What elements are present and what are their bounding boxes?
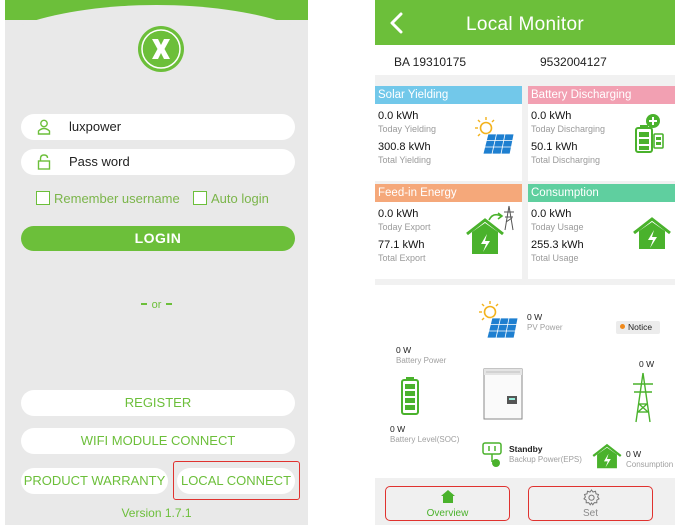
card-title: Consumption xyxy=(528,184,675,202)
auto-login-label: Auto login xyxy=(211,191,269,206)
or-text: or xyxy=(151,299,162,311)
home-icon xyxy=(441,490,455,503)
soc-label: Battery Level(SOC) xyxy=(390,435,460,444)
total-value: 255.3 kWh xyxy=(531,239,584,251)
tab-set-label: Set xyxy=(582,508,598,519)
house-icon xyxy=(592,443,622,469)
battery-power-value: 0 W xyxy=(396,345,412,355)
solar-panel-icon xyxy=(479,301,519,339)
datalog-serial: BA 19310175 xyxy=(394,55,467,69)
password-field[interactable]: Pass word xyxy=(21,149,295,175)
eps-plug-icon xyxy=(482,442,502,467)
dash xyxy=(166,303,173,305)
consumption-power-value: 0 W xyxy=(626,449,642,459)
checkbox-icon[interactable] xyxy=(193,191,207,205)
auto-login-checkbox[interactable]: Auto login xyxy=(193,191,269,206)
password-placeholder: Pass word xyxy=(69,154,130,169)
login-screen: luxpower Pass word Remember username Aut… xyxy=(5,0,308,525)
battery-power-label: Battery Power xyxy=(396,356,447,365)
eps-label: Backup Power(EPS) xyxy=(509,455,582,464)
battery-icon xyxy=(635,114,664,153)
inverter-icon xyxy=(483,368,523,420)
dash xyxy=(140,303,147,305)
or-divider: or xyxy=(5,299,308,311)
pv-power-label: PV Power xyxy=(527,323,563,332)
x-logo-icon xyxy=(138,26,184,72)
today-value: 0.0 kWh xyxy=(531,110,572,122)
header-bar: Local Monitor xyxy=(375,0,675,45)
card-title: Feed-in Energy xyxy=(375,184,522,202)
lock-icon xyxy=(37,154,51,170)
remember-label: Remember username xyxy=(54,191,180,206)
solar-panel-icon xyxy=(475,117,515,155)
grid-power-value: 0 W xyxy=(639,359,655,369)
login-button[interactable]: LOGIN xyxy=(21,226,295,251)
inverter-serial: 9532004127 xyxy=(540,55,607,69)
register-button[interactable]: REGISTER xyxy=(21,390,295,416)
battery-icon xyxy=(401,377,419,415)
consumption-card: Consumption 0.0 kWh Today Usage 255.3 kW… xyxy=(528,184,675,279)
card-title: Solar Yielding xyxy=(375,86,522,104)
tab-overview[interactable]: Overview xyxy=(385,486,510,521)
today-value: 0.0 kWh xyxy=(378,208,419,220)
checkbox-icon[interactable] xyxy=(36,191,50,205)
version-text: Version 1.7.1 xyxy=(121,506,192,520)
today-label: Today Yielding xyxy=(378,124,437,134)
house-icon xyxy=(633,217,671,249)
pv-power-value: 0 W xyxy=(527,312,543,322)
tab-set[interactable]: Set xyxy=(528,486,653,521)
total-label: Total Export xyxy=(378,253,426,263)
total-value: 50.1 kWh xyxy=(531,141,578,153)
tab-overview-label: Overview xyxy=(426,508,469,519)
pylon-icon xyxy=(633,372,653,423)
solar-yielding-card: Solar Yielding 0.0 kWh Today Yielding 30… xyxy=(375,86,522,181)
product-warranty-button[interactable]: PRODUCT WARRANTY xyxy=(21,468,168,494)
today-value: 0.0 kWh xyxy=(378,110,419,122)
total-label: Total Usage xyxy=(531,253,579,263)
total-value: 77.1 kWh xyxy=(378,239,425,251)
house-grid-icon xyxy=(466,205,514,254)
serial-row: BA 19310175 9532004127 xyxy=(375,45,675,75)
total-label: Total Yielding xyxy=(378,155,432,165)
local-monitor-screen: Local Monitor BA 19310175 9532004127 Sol… xyxy=(375,0,675,525)
feed-in-energy-card: Feed-in Energy 0.0 kWh Today Export 77.1… xyxy=(375,184,522,279)
battery-discharging-card: Battery Discharging 0.0 kWh Today Discha… xyxy=(528,86,675,181)
remember-username-checkbox[interactable]: Remember username xyxy=(36,191,180,206)
today-label: Today Export xyxy=(378,222,431,232)
username-field[interactable]: luxpower xyxy=(21,114,295,140)
wifi-module-connect-button[interactable]: WIFI MODULE CONNECT xyxy=(21,428,295,454)
today-label: Today Usage xyxy=(531,222,584,232)
card-title: Battery Discharging xyxy=(528,86,675,104)
gear-icon xyxy=(583,489,600,506)
standby-status: Standby xyxy=(509,444,543,454)
soc-value: 0 W xyxy=(390,424,406,434)
page-title: Local Monitor xyxy=(466,14,584,35)
user-icon xyxy=(37,119,51,135)
consumption-power-label: Consumption xyxy=(626,460,674,469)
notice-label: Notice xyxy=(628,322,653,332)
notice-badge[interactable]: Notice xyxy=(616,321,660,334)
total-value: 300.8 kWh xyxy=(378,141,431,153)
username-value: luxpower xyxy=(69,119,122,134)
total-label: Total Discharging xyxy=(531,155,601,165)
today-label: Today Discharging xyxy=(531,124,606,134)
notice-dot xyxy=(620,324,625,329)
today-value: 0.0 kWh xyxy=(531,208,572,220)
highlight-outline xyxy=(173,461,300,500)
